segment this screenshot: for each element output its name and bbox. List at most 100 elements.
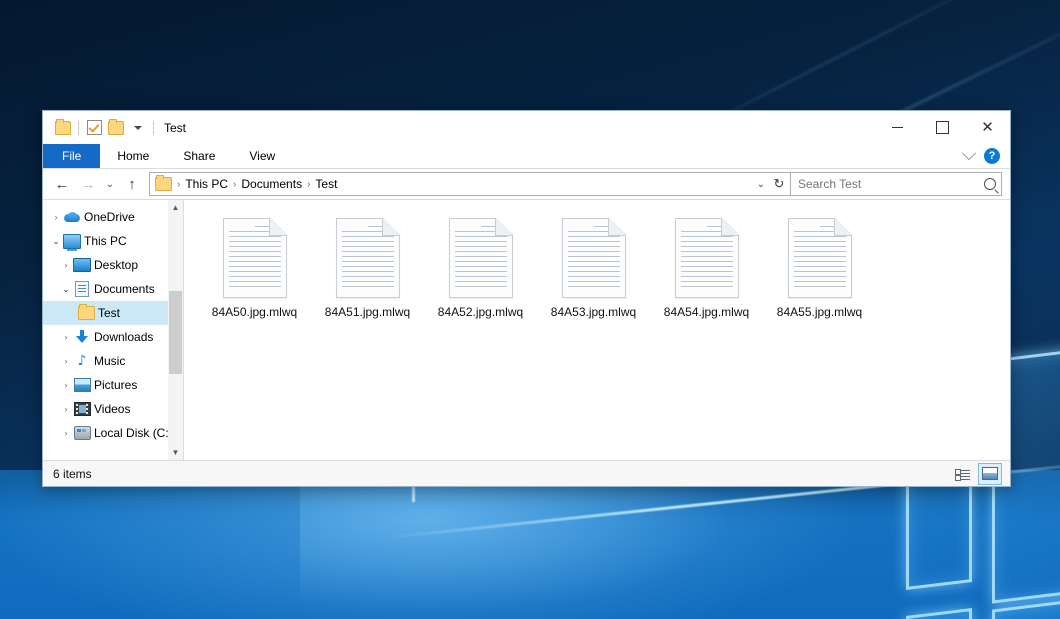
expander-icon[interactable]: ⌄ bbox=[49, 236, 63, 247]
generic-file-icon bbox=[223, 218, 287, 298]
sidebar-item-label: OneDrive bbox=[84, 210, 135, 224]
folder-icon bbox=[155, 177, 172, 191]
sidebar-scrollbar[interactable]: ▲ ▼ bbox=[168, 200, 183, 460]
file-name-label: 84A54.jpg.mlwq bbox=[664, 305, 749, 319]
customize-chevron-icon[interactable] bbox=[127, 117, 149, 139]
downloads-icon bbox=[73, 330, 91, 344]
details-view-button[interactable] bbox=[950, 463, 974, 485]
breadcrumb-item-this-pc[interactable]: This PC bbox=[181, 177, 232, 191]
view-mode-buttons bbox=[950, 463, 1002, 485]
scroll-up-icon[interactable]: ▲ bbox=[168, 200, 183, 215]
window-controls: ✕ bbox=[875, 111, 1010, 144]
large-icons-view-icon bbox=[982, 467, 998, 480]
address-bar-controls: ⌄ ↻ bbox=[752, 174, 788, 194]
file-grid: 84A50.jpg.mlwq 84A51.jpg.mlwq 84A52.jpg.… bbox=[198, 214, 1010, 325]
sidebar-item-onedrive[interactable]: › OneDrive bbox=[43, 205, 183, 229]
expander-icon[interactable]: › bbox=[59, 428, 73, 438]
tab-share[interactable]: Share bbox=[166, 144, 232, 168]
up-button[interactable]: ↑ bbox=[119, 171, 145, 197]
music-icon: ♪ bbox=[73, 354, 91, 368]
sidebar-item-local-disk[interactable]: › Local Disk (C:) bbox=[43, 421, 183, 445]
refresh-icon[interactable]: ↻ bbox=[770, 174, 788, 194]
ribbon-right-controls: ? bbox=[964, 144, 1010, 168]
expander-icon[interactable]: › bbox=[59, 260, 73, 270]
large-icons-view-button[interactable] bbox=[978, 463, 1002, 485]
status-bar: 6 items bbox=[43, 460, 1010, 486]
folder-icon bbox=[77, 306, 95, 320]
file-name-label: 84A53.jpg.mlwq bbox=[551, 305, 636, 319]
help-icon[interactable]: ? bbox=[984, 148, 1000, 164]
file-list-pane[interactable]: 84A50.jpg.mlwq 84A51.jpg.mlwq 84A52.jpg.… bbox=[184, 200, 1010, 460]
sidebar-item-music[interactable]: › ♪ Music bbox=[43, 349, 183, 373]
generic-file-icon bbox=[788, 218, 852, 298]
details-view-icon bbox=[955, 468, 970, 480]
tab-file[interactable]: File bbox=[43, 144, 100, 168]
forward-button[interactable]: → bbox=[75, 171, 101, 197]
tab-view[interactable]: View bbox=[232, 144, 292, 168]
address-bar[interactable]: › This PC › Documents › Test ⌄ ↻ bbox=[149, 172, 791, 196]
breadcrumb-item-test[interactable]: Test bbox=[311, 177, 341, 191]
breadcrumb-item-documents[interactable]: Documents bbox=[237, 177, 306, 191]
divider bbox=[153, 121, 154, 135]
file-item[interactable]: 84A51.jpg.mlwq bbox=[311, 214, 424, 325]
folder-icon[interactable] bbox=[52, 117, 74, 139]
chevron-down-icon[interactable] bbox=[962, 146, 976, 160]
folder-tree: › OneDrive ⌄ This PC › Desktop bbox=[43, 200, 183, 445]
sidebar-item-label: Test bbox=[98, 306, 120, 320]
expander-icon[interactable]: ⌄ bbox=[59, 284, 73, 295]
scrollbar-thumb[interactable] bbox=[169, 291, 182, 374]
ribbon-tab-bar: File Home Share View ? bbox=[43, 144, 1010, 169]
maximize-button[interactable] bbox=[920, 111, 965, 144]
properties-checkbox-icon[interactable] bbox=[83, 117, 105, 139]
sidebar-item-desktop[interactable]: › Desktop bbox=[43, 253, 183, 277]
tab-home[interactable]: Home bbox=[100, 144, 166, 168]
sidebar-item-label: Downloads bbox=[94, 330, 153, 344]
sidebar-item-pictures[interactable]: › Pictures bbox=[43, 373, 183, 397]
window-title: Test bbox=[164, 121, 186, 135]
file-item[interactable]: 84A52.jpg.mlwq bbox=[424, 214, 537, 325]
file-explorer-window: Test ✕ File Home Share View ? ← → ⌄ ↑ bbox=[42, 110, 1011, 487]
close-icon: ✕ bbox=[981, 120, 994, 135]
divider bbox=[78, 121, 79, 135]
pc-icon bbox=[63, 234, 81, 249]
sidebar-item-videos[interactable]: › Videos bbox=[43, 397, 183, 421]
close-button[interactable]: ✕ bbox=[965, 111, 1010, 144]
disk-icon bbox=[73, 426, 91, 440]
scrollbar-track[interactable] bbox=[168, 215, 183, 445]
documents-icon bbox=[73, 281, 91, 297]
sidebar-item-label: Desktop bbox=[94, 258, 138, 272]
expander-icon[interactable]: › bbox=[59, 332, 73, 342]
desktop-icon bbox=[73, 258, 91, 272]
videos-icon bbox=[73, 402, 91, 416]
search-box[interactable] bbox=[791, 172, 1002, 196]
file-name-label: 84A52.jpg.mlwq bbox=[438, 305, 523, 319]
file-item[interactable]: 84A55.jpg.mlwq bbox=[763, 214, 876, 325]
sidebar-item-label: Music bbox=[94, 354, 125, 368]
scroll-down-icon[interactable]: ▼ bbox=[168, 445, 183, 460]
sidebar-item-test[interactable]: Test bbox=[43, 301, 183, 325]
sidebar-item-this-pc[interactable]: ⌄ This PC bbox=[43, 229, 183, 253]
generic-file-icon bbox=[449, 218, 513, 298]
item-count-label: 6 items bbox=[53, 467, 92, 481]
navigation-pane: › OneDrive ⌄ This PC › Desktop bbox=[43, 200, 183, 460]
expander-icon[interactable]: › bbox=[59, 380, 73, 390]
quick-access-toolbar: Test bbox=[43, 117, 186, 139]
title-bar: Test ✕ bbox=[43, 111, 1010, 144]
file-item[interactable]: 84A50.jpg.mlwq bbox=[198, 214, 311, 325]
file-item[interactable]: 84A54.jpg.mlwq bbox=[650, 214, 763, 325]
expander-icon[interactable]: › bbox=[49, 212, 63, 222]
search-input[interactable] bbox=[796, 176, 981, 192]
address-dropdown-icon[interactable]: ⌄ bbox=[752, 174, 770, 194]
file-item[interactable]: 84A53.jpg.mlwq bbox=[537, 214, 650, 325]
new-folder-icon[interactable] bbox=[105, 117, 127, 139]
recent-locations-button[interactable]: ⌄ bbox=[101, 171, 119, 197]
cloud-icon bbox=[63, 212, 81, 222]
file-name-label: 84A55.jpg.mlwq bbox=[777, 305, 862, 319]
back-button[interactable]: ← bbox=[49, 171, 75, 197]
expander-icon[interactable]: › bbox=[59, 404, 73, 414]
sidebar-item-label: This PC bbox=[84, 234, 127, 248]
expander-icon[interactable]: › bbox=[59, 356, 73, 366]
minimize-button[interactable] bbox=[875, 111, 920, 144]
sidebar-item-documents[interactable]: ⌄ Documents bbox=[43, 277, 183, 301]
sidebar-item-downloads[interactable]: › Downloads bbox=[43, 325, 183, 349]
